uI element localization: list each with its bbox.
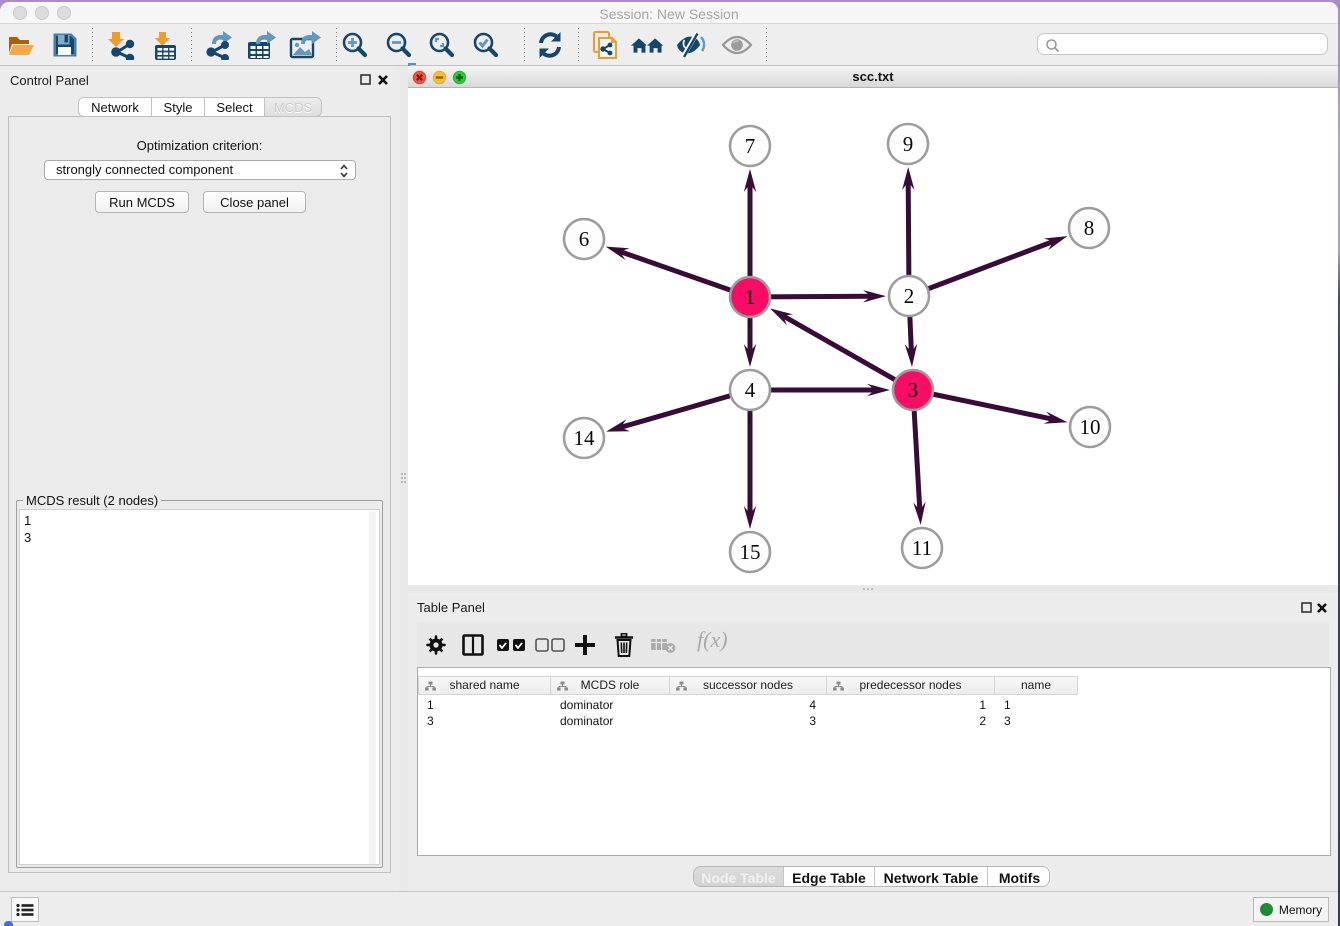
svg-text:11: 11 <box>912 536 932 560</box>
svg-text:9: 9 <box>903 132 914 156</box>
svg-text:4: 4 <box>745 378 756 402</box>
svg-text:3: 3 <box>908 378 919 402</box>
svg-text:6: 6 <box>579 227 590 251</box>
svg-text:2: 2 <box>904 284 915 308</box>
svg-text:10: 10 <box>1080 415 1101 439</box>
svg-text:1: 1 <box>745 285 756 309</box>
svg-text:14: 14 <box>574 426 596 450</box>
svg-text:7: 7 <box>745 134 756 158</box>
svg-text:8: 8 <box>1084 216 1095 240</box>
svg-text:15: 15 <box>740 540 761 564</box>
